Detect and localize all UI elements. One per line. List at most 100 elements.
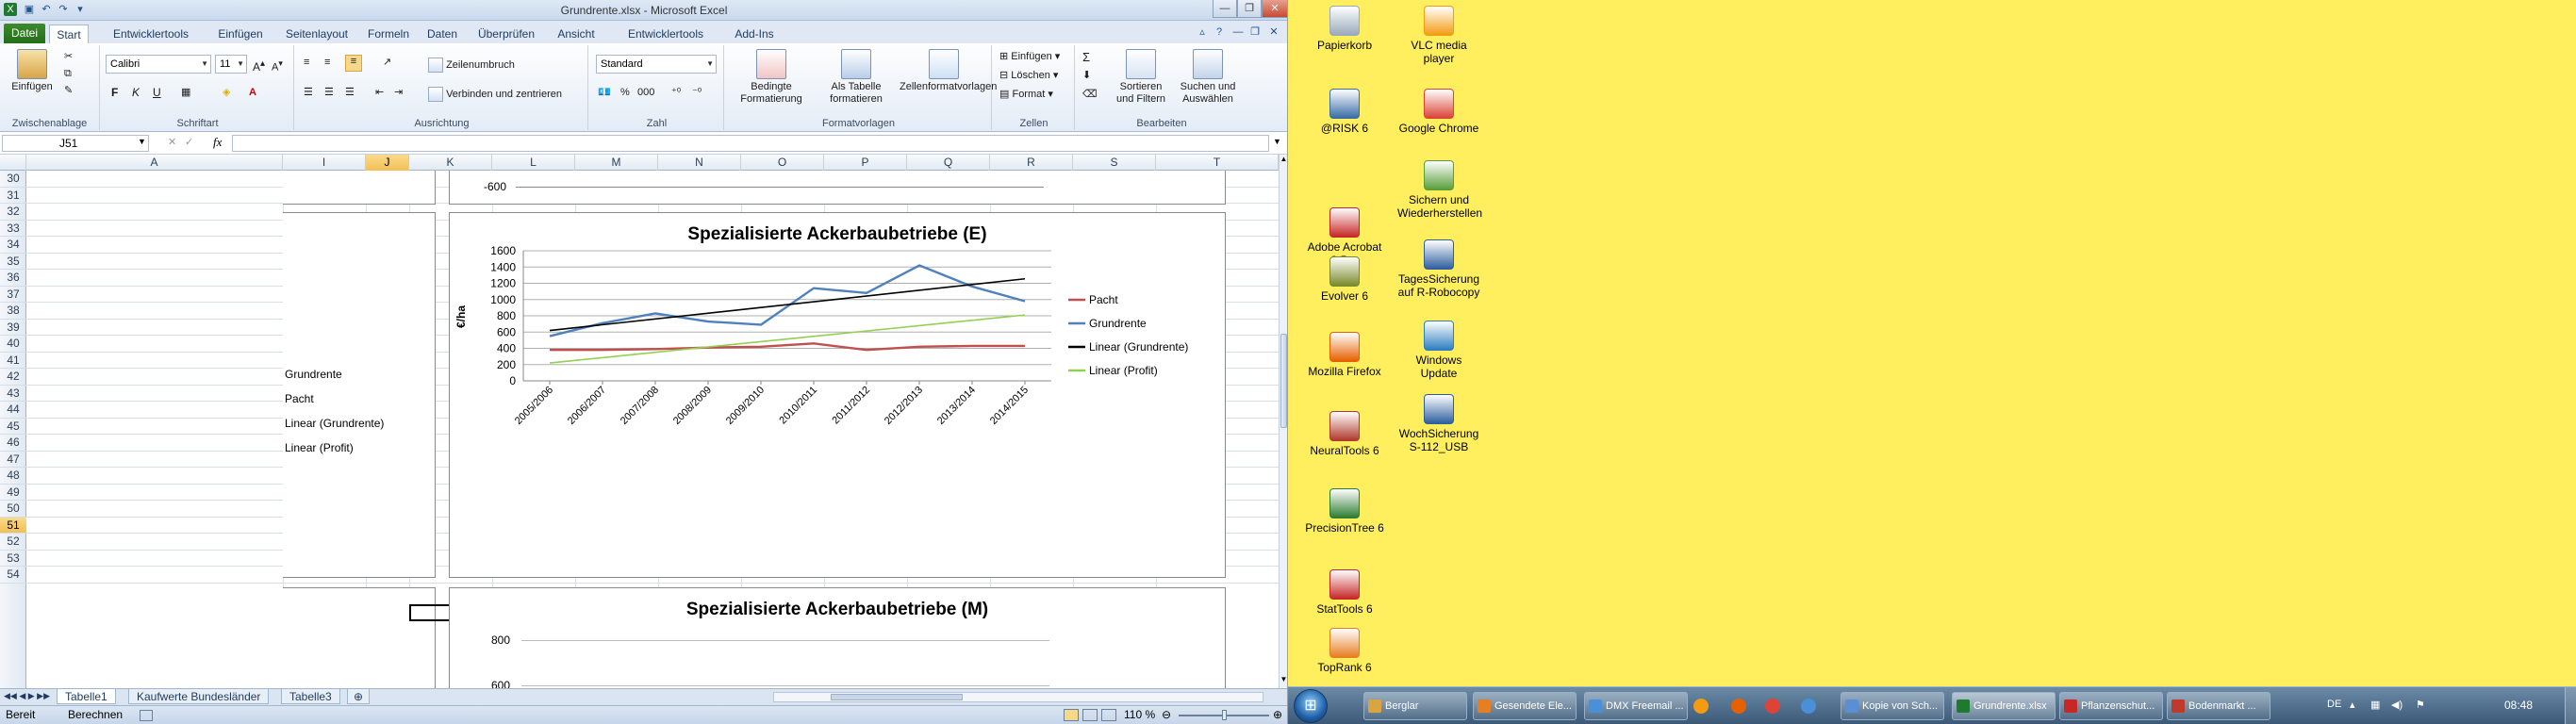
- minimize-button[interactable]: —: [1213, 0, 1237, 18]
- desktop-icon-neuraltools-6[interactable]: NeuralTools 6: [1303, 411, 1386, 457]
- tab-seitenlayout[interactable]: Seitenlayout: [275, 25, 358, 43]
- find-select-button[interactable]: Suchen und Auswählen: [1175, 49, 1241, 106]
- column-header-j[interactable]: J: [366, 155, 409, 171]
- zoom-in-icon[interactable]: ⊕: [1273, 706, 1282, 724]
- tab-entwicklertools[interactable]: Entwicklertools: [94, 25, 207, 43]
- clear-icon[interactable]: ⌫: [1082, 89, 1098, 101]
- taskbar-item[interactable]: Bodenmarkt ...: [2167, 692, 2271, 720]
- zoom-slider-thumb[interactable]: [1222, 710, 1227, 720]
- column-header-k[interactable]: K: [409, 155, 492, 171]
- scroll-down-icon[interactable]: ▼: [1280, 675, 1287, 686]
- row-header-43[interactable]: 43: [0, 386, 26, 402]
- row-header-41[interactable]: 41: [0, 353, 26, 369]
- formula-enter-icon[interactable]: ✓: [185, 136, 193, 148]
- restore-button[interactable]: ❐: [1237, 0, 1262, 18]
- clock[interactable]: 08:48: [2504, 699, 2533, 712]
- sheet-tab-kaufwerte[interactable]: Kaufwerte Bundesländer: [128, 689, 270, 704]
- cell-i41[interactable]: Linear (Grundrente): [285, 416, 384, 432]
- cell-styles-button[interactable]: Zellenformatvorlagen: [900, 49, 997, 93]
- horizontal-scrollbar[interactable]: [773, 692, 1263, 702]
- quick-launch-icon[interactable]: [1765, 699, 1780, 714]
- taskbar-item[interactable]: Kopie von Sch...: [1841, 692, 1944, 720]
- column-header-a[interactable]: A: [26, 155, 283, 171]
- row-header-42[interactable]: 42: [0, 369, 26, 386]
- column-header-m[interactable]: M: [575, 155, 658, 171]
- sheet-tab-tabelle3[interactable]: Tabelle3: [281, 689, 340, 704]
- bold-button[interactable]: F: [111, 87, 118, 99]
- number-format-combo[interactable]: Standard ▼: [596, 55, 717, 74]
- workbook-close-icon[interactable]: ✕: [1267, 25, 1280, 39]
- name-box[interactable]: J51: [2, 135, 149, 152]
- tab-ansicht[interactable]: Ansicht: [547, 25, 605, 43]
- row-header-31[interactable]: 31: [0, 188, 26, 204]
- tray-chevron-icon[interactable]: ▴: [2350, 699, 2355, 711]
- autosum-button[interactable]: Σ: [1082, 51, 1090, 63]
- shrink-font-icon[interactable]: A▾: [272, 58, 283, 74]
- currency-icon[interactable]: 💶: [598, 87, 611, 99]
- paste-button[interactable]: Einfügen: [4, 49, 60, 93]
- chart-ackerbau-m[interactable]: Spezialisierte Ackerbaubetriebe (M) 800 …: [449, 587, 1226, 688]
- row-header-39[interactable]: 39: [0, 320, 26, 336]
- desktop-icon-mozilla-firefox[interactable]: Mozilla Firefox: [1303, 332, 1386, 378]
- tab-einfuegen[interactable]: Einfügen: [209, 25, 272, 43]
- vertical-scrollbar[interactable]: ▲ ▼: [1279, 155, 1287, 688]
- font-size-combo[interactable]: 11 ▼: [215, 55, 247, 74]
- format-cells-button[interactable]: ▤ Format ▾: [999, 89, 1053, 101]
- workbook-minimize-icon[interactable]: —: [1231, 25, 1245, 39]
- normal-view-icon[interactable]: [1064, 709, 1079, 721]
- column-header-r[interactable]: R: [990, 155, 1073, 171]
- row-header-35[interactable]: 35: [0, 254, 26, 270]
- desktop-icon-wochsicherung-s-112-usb[interactable]: WochSicherung S-112_USB: [1397, 394, 1480, 453]
- column-header-p[interactable]: P: [824, 155, 907, 171]
- border-icon[interactable]: ▦: [181, 87, 190, 99]
- decrease-decimal-icon[interactable]: ⁻⁰: [692, 87, 702, 99]
- thousands-button[interactable]: 000: [637, 87, 654, 99]
- tab-add-ins[interactable]: Add-Ins: [726, 25, 783, 43]
- taskbar-item[interactable]: Berglar: [1363, 692, 1467, 720]
- desktop-icon-toprank-6[interactable]: TopRank 6: [1303, 628, 1386, 674]
- copy-icon[interactable]: ⧉: [64, 68, 72, 80]
- desktop-icon-vlc-media-player[interactable]: VLC media player: [1397, 6, 1480, 65]
- font-name-combo[interactable]: Calibri ▼: [106, 55, 211, 74]
- help-icon[interactable]: ?: [1213, 25, 1226, 39]
- quick-launch-icon[interactable]: [1693, 699, 1709, 714]
- row-header-37[interactable]: 37: [0, 287, 26, 303]
- orientation-icon[interactable]: ↗: [383, 57, 391, 69]
- align-center-icon[interactable]: ☰: [324, 87, 334, 99]
- delete-cells-button[interactable]: ⊟ Löschen ▾: [999, 70, 1058, 82]
- row-header-49[interactable]: 49: [0, 485, 26, 501]
- row-header-36[interactable]: 36: [0, 270, 26, 287]
- minimize-ribbon-icon[interactable]: ▵: [1196, 25, 1209, 39]
- selected-cell-j51[interactable]: [409, 604, 453, 621]
- start-button[interactable]: ⊞: [1294, 689, 1328, 723]
- tab-start[interactable]: Start: [49, 25, 89, 43]
- decrease-indent-icon[interactable]: ⇤: [375, 87, 384, 99]
- underline-button[interactable]: U: [153, 87, 161, 99]
- tab-ueberpruefen[interactable]: Überprüfen: [470, 25, 543, 43]
- column-header-l[interactable]: L: [492, 155, 575, 171]
- align-top-icon[interactable]: ≡: [304, 57, 309, 69]
- macro-record-icon[interactable]: [140, 710, 153, 721]
- first-sheet-icon[interactable]: ◀◀ ◀ ▶ ▶▶: [4, 691, 50, 701]
- select-all-corner[interactable]: [0, 155, 26, 171]
- row-header-51[interactable]: 51: [0, 517, 26, 534]
- horizontal-scroll-thumb[interactable]: [831, 694, 963, 700]
- row-header-47[interactable]: 47: [0, 452, 26, 468]
- row-header-40[interactable]: 40: [0, 336, 26, 353]
- row-header-54[interactable]: 54: [0, 567, 26, 584]
- row-header-33[interactable]: 33: [0, 221, 26, 237]
- insert-function-button[interactable]: fx: [213, 135, 222, 150]
- desktop-icon--risk-6[interactable]: @RISK 6: [1303, 89, 1386, 135]
- grow-font-icon[interactable]: A▴: [253, 58, 265, 74]
- desktop-icon-papierkorb[interactable]: Papierkorb: [1303, 6, 1386, 52]
- close-button[interactable]: ✕: [1262, 0, 1287, 18]
- row-header-45[interactable]: 45: [0, 419, 26, 435]
- zoom-out-icon[interactable]: ⊖: [1162, 706, 1171, 724]
- language-indicator[interactable]: DE: [2327, 699, 2341, 710]
- page-break-view-icon[interactable]: [1101, 709, 1116, 721]
- status-calculate[interactable]: Berechnen: [68, 706, 123, 724]
- sort-filter-button[interactable]: Sortieren und Filtern: [1111, 49, 1171, 106]
- column-header-t[interactable]: T: [1156, 155, 1279, 171]
- row-header-34[interactable]: 34: [0, 237, 26, 254]
- increase-decimal-icon[interactable]: ⁺⁰: [671, 87, 681, 99]
